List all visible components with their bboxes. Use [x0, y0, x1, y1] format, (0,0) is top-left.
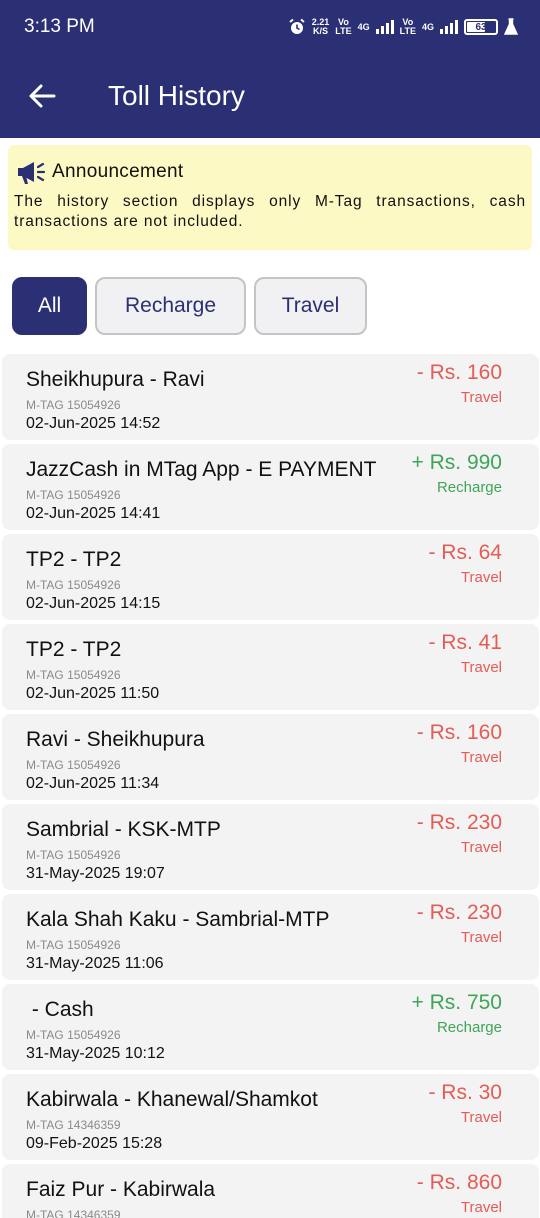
page-title: Toll History: [108, 80, 245, 111]
transaction-amount: - Rs. 160: [416, 721, 502, 744]
transaction-card[interactable]: Kabirwala - Khanewal/Shamkot M-TAG 14346…: [2, 1074, 539, 1160]
signal-icon: [440, 20, 458, 34]
status-time: 3:13 PM: [24, 16, 95, 37]
filter-chips: All Recharge Travel: [12, 277, 367, 335]
transaction-route: TP2 - TP2: [26, 638, 122, 661]
transaction-date: 02-Jun-2025 11:50: [26, 685, 160, 702]
transaction-amount: - Rs. 160: [416, 361, 502, 384]
transaction-type: Travel: [460, 659, 502, 676]
transaction-date: 02-Jun-2025 14:15: [26, 595, 161, 612]
transaction-type: Travel: [460, 1199, 502, 1216]
transaction-amount: - Rs. 860: [416, 1171, 502, 1194]
signal-icon: [375, 20, 394, 34]
sim2-network: 4G: [421, 21, 434, 32]
transaction-date: 09-Feb-2025 15:28: [26, 1135, 163, 1152]
status-icons: 2.21 K/S Vo LTE 4G Vo LTE 4G 63: [288, 14, 518, 40]
transaction-amount: + Rs. 990: [411, 451, 502, 474]
status-bar: 3:13 PM 2.21 K/S Vo LTE 4G Vo LTE 4G 63: [0, 0, 540, 56]
transaction-date: 02-Jun-2025 11:34: [26, 775, 160, 792]
transaction-type: Travel: [460, 1109, 502, 1126]
arrow-left-icon: [29, 84, 56, 108]
transaction-route: - Cash: [26, 998, 94, 1021]
transaction-route: TP2 - TP2: [26, 548, 122, 571]
transaction-tag: M-TAG 15054926: [26, 668, 121, 682]
transaction-type: Recharge: [436, 1019, 502, 1036]
transaction-tag: M-TAG 15054926: [26, 848, 121, 862]
transaction-type: Travel: [460, 929, 502, 946]
transaction-route: Sambrial - KSK-MTP: [26, 818, 221, 841]
transaction-card[interactable]: TP2 - TP2 M-TAG 15054926 02-Jun-2025 14:…: [2, 534, 539, 620]
transaction-tag: M-TAG 15054926: [26, 488, 121, 502]
filter-recharge-chip[interactable]: Recharge: [95, 277, 246, 335]
transaction-tag: M-TAG 15054926: [26, 1028, 121, 1042]
transaction-date: 02-Jun-2025 14:41: [26, 505, 161, 522]
transaction-card[interactable]: Kala Shah Kaku - Sambrial-MTP M-TAG 1505…: [2, 894, 539, 980]
transaction-route: Kabirwala - Khanewal/Shamkot: [26, 1088, 318, 1111]
transaction-amount: - Rs. 30: [428, 1081, 502, 1104]
megaphone-icon: [18, 162, 46, 184]
transaction-card[interactable]: Ravi - Sheikhupura M-TAG 15054926 02-Jun…: [2, 714, 539, 800]
transaction-route: JazzCash in MTag App - E PAYMENT: [26, 458, 377, 481]
net-speed: 2.21 K/S: [311, 17, 330, 36]
transaction-tag: M-TAG 15054926: [26, 398, 121, 412]
app-bar: Toll History: [0, 56, 540, 138]
transaction-amount: - Rs. 230: [416, 901, 502, 924]
transaction-card[interactable]: Sheikhupura - Ravi M-TAG 15054926 02-Jun…: [2, 354, 539, 440]
transaction-list[interactable]: Sheikhupura - Ravi M-TAG 15054926 02-Jun…: [2, 354, 539, 1218]
transaction-type: Travel: [460, 569, 502, 586]
transaction-card[interactable]: Faiz Pur - Kabirwala M-TAG 14346359 - Rs…: [2, 1164, 539, 1218]
announcement-title: Announcement: [52, 161, 184, 182]
alarm-icon: [289, 18, 305, 34]
transaction-card[interactable]: Sambrial - KSK-MTP M-TAG 15054926 31-May…: [2, 804, 539, 890]
transaction-card[interactable]: - Cash M-TAG 15054926 31-May-2025 10:12 …: [2, 984, 539, 1070]
battery-icon: 63: [464, 19, 498, 35]
transaction-route: Kala Shah Kaku - Sambrial-MTP: [26, 908, 330, 931]
announcement-header: Announcement: [16, 159, 526, 185]
transaction-date: 31-May-2025 11:06: [26, 955, 164, 972]
filter-travel-chip[interactable]: Travel: [254, 277, 367, 335]
transaction-tag: M-TAG 14346359: [26, 1118, 121, 1132]
transaction-type: Recharge: [436, 479, 502, 496]
filter-all-chip[interactable]: All: [12, 277, 87, 335]
transaction-tag: M-TAG 15054926: [26, 578, 121, 592]
announcement-box: Announcement The history section display…: [8, 145, 532, 250]
sim1-volte: Vo LTE: [335, 17, 352, 36]
transaction-amount: - Rs. 230: [416, 811, 502, 834]
transaction-route: Ravi - Sheikhupura: [26, 728, 205, 751]
transaction-type: Travel: [460, 749, 502, 766]
transaction-route: Faiz Pur - Kabirwala: [26, 1178, 216, 1201]
transaction-amount: - Rs. 64: [428, 541, 502, 564]
transaction-amount: - Rs. 41: [428, 631, 502, 654]
transaction-date: 31-May-2025 10:12: [26, 1045, 165, 1062]
transaction-tag: M-TAG 15054926: [26, 938, 121, 952]
transaction-type: Travel: [460, 839, 502, 856]
transaction-amount: + Rs. 750: [411, 991, 502, 1014]
sim1-network: 4G: [357, 21, 370, 32]
transaction-date: 02-Jun-2025 14:52: [26, 415, 161, 432]
transaction-type: Travel: [460, 389, 502, 406]
transaction-tag: M-TAG 14346359: [26, 1208, 121, 1218]
transaction-date: 31-May-2025 19:07: [26, 865, 165, 882]
sim2-volte: Vo LTE: [399, 17, 416, 36]
announcement-text: The history section displays only M-Tag …: [14, 193, 526, 230]
battery-level: 63: [475, 21, 487, 33]
back-button[interactable]: [24, 78, 60, 114]
transaction-card[interactable]: JazzCash in MTag App - E PAYMENT M-TAG 1…: [2, 444, 539, 530]
transaction-tag: M-TAG 15054926: [26, 758, 121, 772]
transaction-card[interactable]: TP2 - TP2 M-TAG 15054926 02-Jun-2025 11:…: [2, 624, 539, 710]
transaction-route: Sheikhupura - Ravi: [26, 368, 205, 391]
app-header: 3:13 PM 2.21 K/S Vo LTE 4G Vo LTE 4G 63 …: [0, 0, 540, 138]
flask-icon: [504, 18, 518, 35]
